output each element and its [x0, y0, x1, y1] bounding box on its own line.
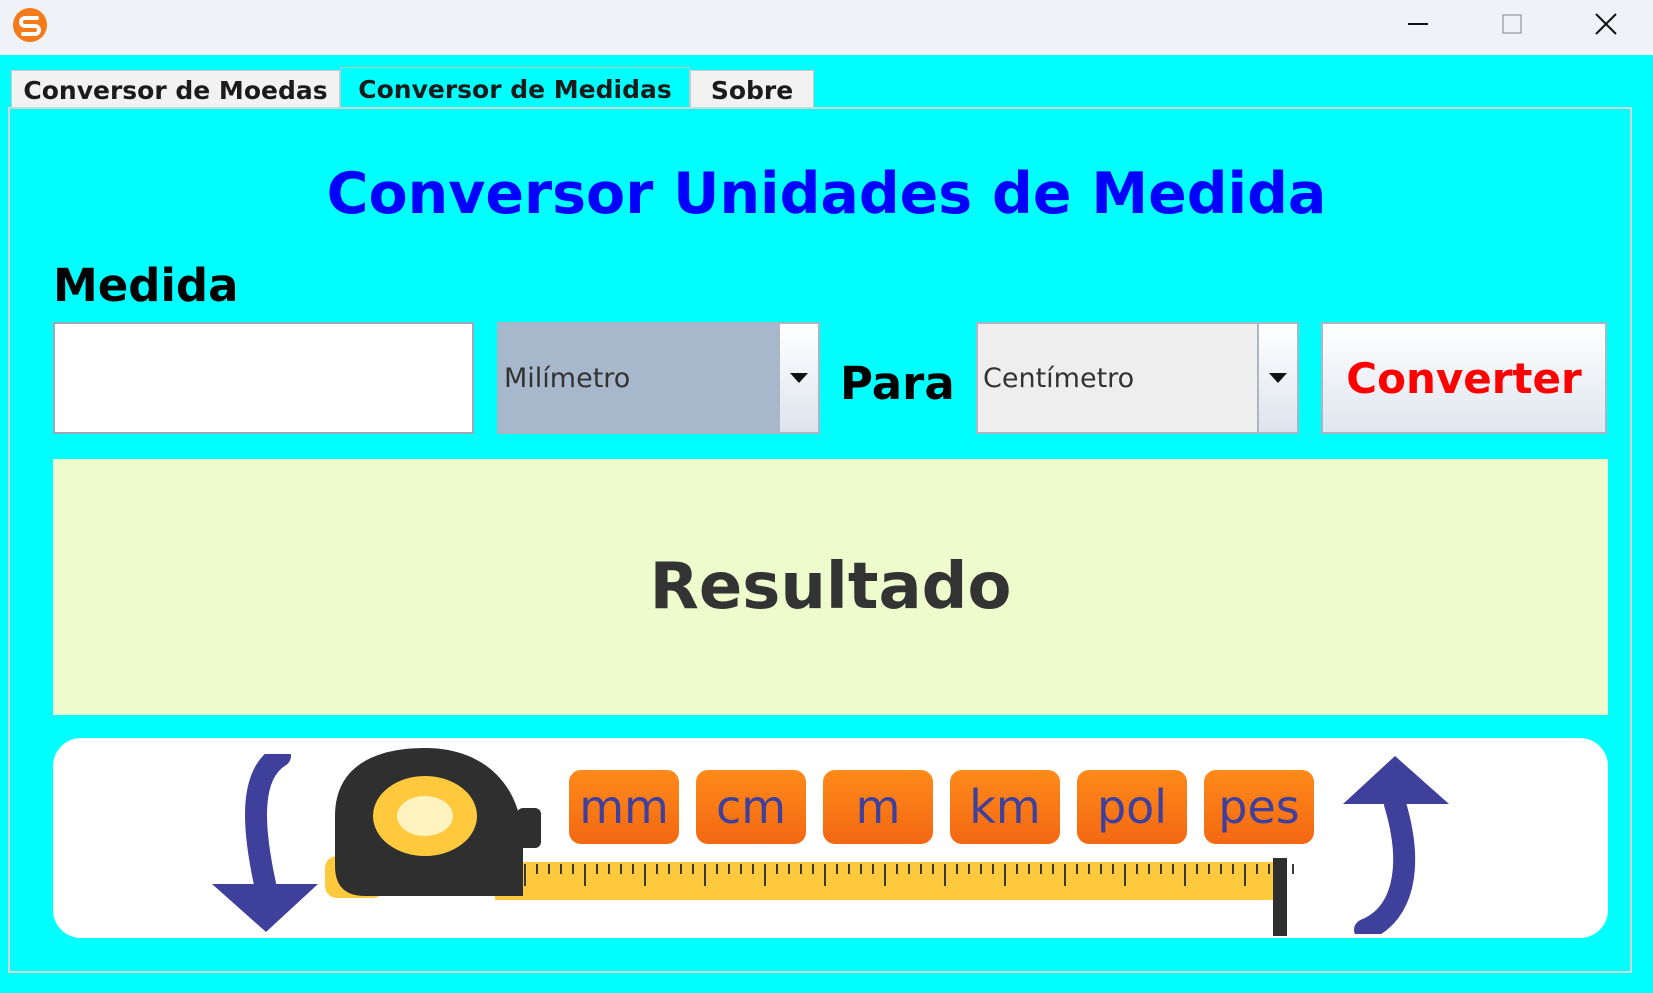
maximize-icon — [1502, 13, 1522, 34]
unit-chip-km: km — [950, 770, 1060, 844]
unit-chip-mm: mm — [569, 770, 679, 844]
medida-input[interactable] — [53, 322, 474, 434]
tab-conversor-medidas[interactable]: Conversor de Medidas — [340, 67, 690, 110]
from-unit-dropdown-button[interactable] — [778, 324, 818, 432]
minimize-icon — [1408, 22, 1428, 25]
chevron-down-icon — [1269, 373, 1287, 383]
medida-label: Medida — [53, 259, 239, 312]
chevron-down-icon — [790, 373, 808, 383]
to-unit-value: Centímetro — [983, 362, 1135, 394]
to-unit-dropdown-button[interactable] — [1257, 324, 1297, 432]
from-unit-select[interactable]: Milímetro — [497, 322, 820, 434]
arrow-down-icon — [212, 754, 318, 932]
arrow-up-icon — [1343, 756, 1449, 934]
measurement-banner: mm cm m km pol pes — [53, 738, 1608, 938]
app-logo-icon — [13, 8, 47, 42]
unit-chip-pol: pol — [1077, 770, 1187, 844]
unit-chip-cm: cm — [696, 770, 806, 844]
result-display: Resultado — [53, 459, 1608, 715]
maximize-button[interactable] — [1466, 0, 1558, 47]
to-unit-select[interactable]: Centímetro — [976, 322, 1299, 434]
close-icon — [1595, 12, 1617, 35]
para-label: Para — [840, 357, 955, 410]
page-title: Conversor Unidades de Medida — [326, 161, 1327, 227]
title-bar — [0, 0, 1653, 55]
unit-chip-pes: pes — [1204, 770, 1314, 844]
minimize-button[interactable] — [1372, 0, 1464, 47]
convert-button[interactable]: Converter — [1321, 322, 1607, 434]
tab-conversor-moedas[interactable]: Conversor de Moedas — [11, 70, 340, 110]
unit-chip-m: m — [823, 770, 933, 844]
tab-sobre[interactable]: Sobre — [690, 70, 814, 110]
from-unit-value: Milímetro — [504, 362, 631, 394]
close-button[interactable] — [1560, 0, 1652, 47]
